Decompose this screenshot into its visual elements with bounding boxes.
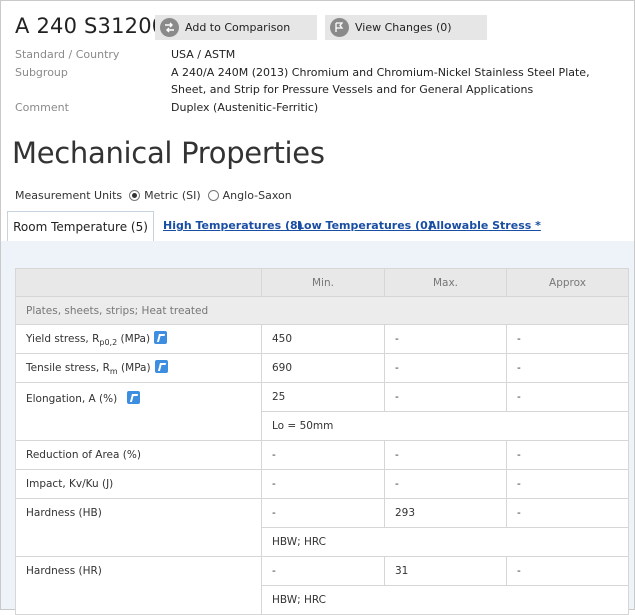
cell-min: 690	[261, 353, 385, 383]
cell-approx: -	[506, 324, 629, 354]
add-to-comparison-label: Add to Comparison	[185, 21, 291, 34]
cell-max: -	[384, 440, 507, 470]
measurement-units: Measurement Units Metric (SI) Anglo-Saxo…	[15, 189, 292, 202]
table-row: Tensile stress, Rm (MPa) 690 - -	[15, 353, 629, 383]
property-name: Elongation, A (%)	[15, 382, 262, 441]
property-name: Reduction of Area (%)	[15, 440, 262, 470]
cell-max: 293	[384, 498, 507, 528]
property-name: Hardness (HB)	[15, 498, 262, 557]
cell-approx: -	[506, 440, 629, 470]
cell-min: 450	[261, 324, 385, 354]
table-row: Reduction of Area (%) - - -	[15, 440, 629, 470]
add-to-comparison-button[interactable]: Add to Comparison	[155, 15, 317, 40]
material-title: A 240 S31200	[15, 14, 166, 38]
column-header-min: Min.	[261, 268, 385, 297]
material-info: Standard / Country USA / ASTM Subgroup A…	[15, 46, 625, 116]
mechanical-properties-table: Min. Max. Approx Plates, sheets, strips;…	[15, 268, 629, 615]
external-link-icon[interactable]	[154, 330, 168, 344]
info-value: A 240/A 240M (2013) Chromium and Chromiu…	[171, 65, 590, 97]
cell-approx: -	[506, 353, 629, 383]
property-name-text: Yield stress, R	[26, 332, 100, 345]
flag-icon	[330, 18, 349, 37]
property-name-subscript: m	[109, 367, 118, 377]
column-header-max: Max.	[384, 268, 507, 297]
cell-max: -	[384, 382, 507, 412]
property-name-unit: (MPa)	[117, 332, 151, 345]
cell-note: Lo = 50mm	[261, 411, 629, 441]
cell-approx: -	[506, 469, 629, 499]
cell-note: HBW; HRC	[261, 527, 629, 557]
property-name: Impact, Kv/Ku (J)	[15, 469, 262, 499]
table-row: Yield stress, Rp0,2 (MPa) 450 - -	[15, 324, 629, 354]
table-row: Impact, Kv/Ku (J) - - -	[15, 469, 629, 499]
column-header	[15, 268, 262, 297]
cell-min: -	[261, 469, 385, 499]
radio-anglo-saxon[interactable]	[207, 190, 219, 201]
info-row-standard: Standard / Country USA / ASTM	[15, 46, 625, 64]
view-changes-label: View Changes (0)	[355, 21, 452, 34]
column-header-approx: Approx	[506, 268, 629, 297]
cell-max: -	[384, 324, 507, 354]
table-row: Hardness (HR) - 31 -	[15, 556, 629, 615]
table-row: Elongation, A (%) 25 - -	[15, 382, 629, 441]
cell-min: -	[261, 498, 385, 528]
tab-room-temperature[interactable]: Room Temperature (5)	[7, 211, 154, 242]
radio-anglo-saxon-label[interactable]: Anglo-Saxon	[223, 189, 292, 202]
property-name: Hardness (HR)	[15, 556, 262, 615]
cell-approx: -	[506, 498, 629, 528]
cell-max: -	[384, 469, 507, 499]
units-label: Measurement Units	[15, 189, 123, 202]
group-label: Plates, sheets, strips; Heat treated	[15, 296, 629, 325]
table-header-row: Min. Max. Approx	[15, 268, 629, 297]
cell-approx: -	[506, 382, 629, 412]
info-label: Comment	[15, 100, 69, 114]
tab-allowable-stress[interactable]: Allowable Stress *	[428, 219, 541, 232]
info-row-subgroup: Subgroup A 240/A 240M (2013) Chromium an…	[15, 64, 625, 99]
table-group-row: Plates, sheets, strips; Heat treated	[15, 296, 629, 325]
tab-bar: Room Temperature (5) High Temperatures (…	[0, 211, 633, 242]
view-changes-button[interactable]: View Changes (0)	[325, 15, 487, 40]
radio-metric-label[interactable]: Metric (SI)	[144, 189, 201, 202]
external-link-icon[interactable]	[154, 359, 168, 373]
tab-low-temperatures[interactable]: Low Temperatures (0)	[297, 219, 433, 232]
cell-min: -	[261, 440, 385, 470]
table-row: Hardness (HB) - 293 -	[15, 498, 629, 557]
radio-metric[interactable]	[129, 190, 141, 201]
info-row-comment: Comment Duplex (Austenitic-Ferritic)	[15, 99, 625, 117]
property-name-text: Elongation, A (%)	[26, 393, 118, 405]
info-value: Duplex (Austenitic-Ferritic)	[171, 100, 319, 114]
cell-min: -	[261, 556, 385, 586]
tab-high-temperatures[interactable]: High Temperatures (8)	[163, 219, 303, 232]
property-name: Yield stress, Rp0,2 (MPa)	[15, 324, 262, 354]
cell-max: 31	[384, 556, 507, 586]
info-value: USA / ASTM	[171, 48, 236, 61]
property-name-text: Tensile stress, R	[26, 361, 110, 374]
property-name-unit: (MPa)	[117, 361, 151, 374]
section-title: Mechanical Properties	[12, 136, 325, 170]
cell-min: 25	[261, 382, 385, 412]
property-name-subscript: p0,2	[99, 338, 118, 348]
external-link-icon[interactable]	[127, 391, 141, 404]
property-name: Tensile stress, Rm (MPa)	[15, 353, 262, 383]
info-label: Standard / Country	[15, 48, 120, 61]
cell-note: HBW; HRC	[261, 585, 629, 615]
cell-approx: -	[506, 556, 629, 586]
compare-arrows-icon	[160, 18, 179, 37]
info-label: Subgroup	[15, 65, 68, 79]
cell-max: -	[384, 353, 507, 383]
